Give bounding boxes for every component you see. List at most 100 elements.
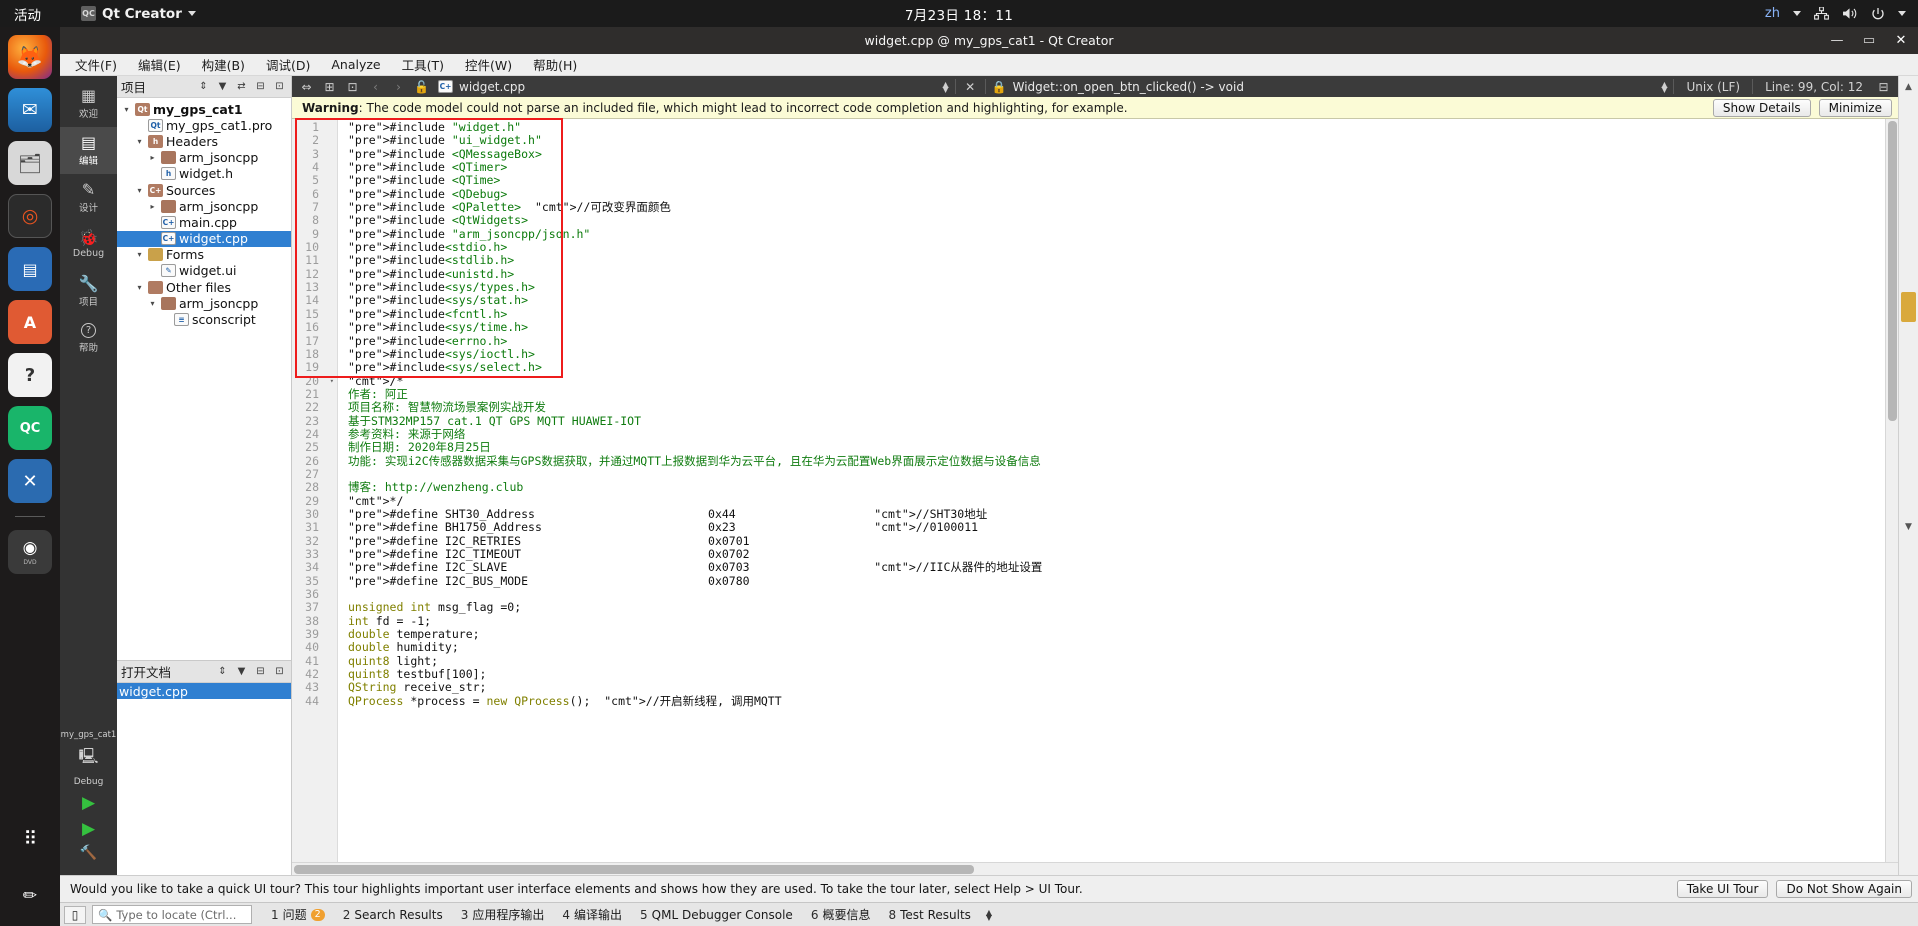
hscrollbar-thumb[interactable]: [294, 865, 974, 874]
output-pane-qml-debugger-console[interactable]: 5 QML Debugger Console: [631, 903, 802, 926]
code-line[interactable]: "pre">#define I2C_BUS_MODE 0x0780: [348, 574, 1885, 588]
code-line[interactable]: double humidity;: [348, 641, 1885, 655]
link-icon[interactable]: ⇄: [234, 79, 249, 94]
code-line[interactable]: "pre">#include <QDebug>: [348, 187, 1885, 201]
maximize-button[interactable]: ▭: [1860, 32, 1878, 50]
opendocs-filter-icon[interactable]: ▼: [234, 664, 249, 679]
minimize-warning-button[interactable]: Minimize: [1818, 98, 1892, 117]
editor-vertical-scrollbar[interactable]: [1885, 119, 1898, 862]
dock-item-files[interactable]: 🗂: [8, 141, 52, 185]
tree-item-arm-jsoncpp[interactable]: ▸ arm_jsoncpp: [117, 150, 291, 166]
chevron-down-icon[interactable]: ▾: [134, 137, 145, 146]
code-line[interactable]: [348, 588, 1885, 601]
filter-icon[interactable]: ▼: [215, 79, 230, 94]
code-line[interactable]: 参考资料: 来源于网络: [348, 427, 1885, 441]
fold-chevron-down-icon[interactable]: ▾: [330, 375, 334, 388]
code-editor[interactable]: 1 2 3 4 5 6 7 8 9 10 11 12 13 14 15 16 17 18 19 20 ▾ 21 22 23 24…: [292, 118, 1898, 862]
code-line[interactable]: quint8 light;: [348, 654, 1885, 668]
language-chevron-down-icon[interactable]: [1793, 11, 1801, 16]
code-line[interactable]: "pre">#include <QMessageBox>: [348, 147, 1885, 161]
output-pane-search-results[interactable]: 2 Search Results: [334, 903, 452, 926]
toolbar-options-icon[interactable]: ⊟: [1875, 78, 1892, 95]
code-line[interactable]: "pre">#include<sys/time.h>: [348, 320, 1885, 334]
code-line[interactable]: "pre">#include <QtWidgets>: [348, 214, 1885, 228]
file-combo-spinner[interactable]: ▲ ▼: [943, 80, 949, 93]
build-button[interactable]: 🔨: [80, 845, 97, 861]
toggle-sidebar-button[interactable]: ▯: [64, 905, 86, 924]
menu-build[interactable]: 构建(B): [202, 55, 245, 74]
code-line[interactable]: "cmt">/*: [348, 374, 1885, 388]
tree-item-forms[interactable]: ▾ Forms: [117, 247, 291, 263]
keyboard-language-label[interactable]: zh: [1765, 6, 1780, 21]
output-pane--[interactable]: 6 概要信息: [802, 903, 880, 926]
open-documents-list[interactable]: widget.cpp: [117, 683, 291, 875]
output-pane--[interactable]: 3 应用程序输出: [452, 903, 554, 926]
editor-symbol-label[interactable]: Widget::on_open_btn_clicked() -> void: [1013, 80, 1244, 94]
chevron-down-icon[interactable]: ▾: [134, 250, 145, 259]
tree-item-widget-h[interactable]: h widget.h: [117, 166, 291, 182]
do-not-show-again-button[interactable]: Do Not Show Again: [1776, 880, 1912, 898]
output-pane-test-results[interactable]: 8 Test Results: [879, 903, 979, 926]
chevron-down-icon[interactable]: ▾: [134, 283, 145, 292]
code-line[interactable]: "pre">#include "widget.h": [348, 120, 1885, 134]
tree-item-main-cpp[interactable]: C+ main.cpp: [117, 214, 291, 230]
system-clock[interactable]: 7月23日 18：11: [0, 4, 1918, 24]
dock-item-show-applications[interactable]: ⠿: [8, 817, 52, 861]
dock-item-qt-creator[interactable]: QC: [8, 406, 52, 450]
menu-edit[interactable]: 编辑(E): [138, 55, 181, 74]
menu-analyze[interactable]: Analyze: [331, 57, 380, 72]
code-line[interactable]: 作者: 阿正: [348, 387, 1885, 401]
code-line[interactable]: "pre">#include<stdio.h>: [348, 240, 1885, 254]
code-line[interactable]: "pre">#include<stdlib.h>: [348, 254, 1885, 268]
chevron-down-icon[interactable]: ▾: [121, 105, 132, 114]
dock-item-libreoffice-writer[interactable]: ▤: [8, 247, 52, 291]
tree-item-headers[interactable]: ▾ h Headers: [117, 133, 291, 149]
code-line[interactable]: "pre">#define I2C_RETRIES 0x0701: [348, 534, 1885, 548]
code-line[interactable]: "pre">#include<errno.h>: [348, 334, 1885, 348]
menu-debug[interactable]: 调试(D): [266, 55, 310, 74]
code-line[interactable]: "cmt">*/: [348, 494, 1885, 508]
dock-item-dvd-drive[interactable]: ◉ DVD: [8, 530, 52, 574]
open-document-item[interactable]: widget.cpp: [117, 683, 291, 699]
mode-projects[interactable]: 🔧 项目: [60, 268, 117, 315]
dock-item-thunderbird[interactable]: ✉: [8, 88, 52, 132]
code-line[interactable]: "pre">#include<sys/types.h>: [348, 280, 1885, 294]
code-line[interactable]: 项目名称: 智慧物流场景案例实战开发: [348, 401, 1885, 414]
code-line[interactable]: "pre">#define I2C_TIMEOUT 0x0702: [348, 547, 1885, 561]
code-line[interactable]: int fd = -1;: [348, 614, 1885, 628]
mode-welcome[interactable]: ▦ 欢迎: [60, 80, 117, 127]
computer-icon[interactable]: 🖳: [78, 746, 98, 771]
dock-item-help[interactable]: ?: [8, 353, 52, 397]
code-line[interactable]: "pre">#define I2C_SLAVE 0x0703 "cmt">//I…: [348, 560, 1885, 574]
tree-item-arm-jsoncpp[interactable]: ▸ arm_jsoncpp: [117, 198, 291, 214]
right-panel-button[interactable]: [1901, 292, 1916, 322]
tree-item-my-gps-cat1-pro[interactable]: Qt my_gps_cat1.pro: [117, 117, 291, 133]
code-line[interactable]: "pre">#define BH1750_Address 0x23 "cmt">…: [348, 520, 1885, 534]
lock-icon[interactable]: 🔓: [413, 78, 430, 95]
code-line[interactable]: unsigned int msg_flag =0;: [348, 601, 1885, 615]
chevron-right-icon[interactable]: ▸: [147, 202, 158, 211]
output-pane-updown-icon[interactable]: ▲ ▼: [986, 908, 992, 921]
scroll-up-icon[interactable]: ▲: [1905, 82, 1912, 92]
code-line[interactable]: "pre">#define SHT30_Address 0x44 "cmt">/…: [348, 507, 1885, 521]
network-icon[interactable]: [1814, 7, 1829, 20]
tree-item-widget-cpp[interactable]: C+ widget.cpp: [117, 230, 291, 247]
close-icon[interactable]: ✕: [962, 78, 979, 95]
split-icon[interactable]: ⊟: [253, 79, 268, 94]
code-line[interactable]: "pre">#include<sys/ioctl.h>: [348, 347, 1885, 361]
code-line[interactable]: "pre">#include<unistd.h>: [348, 267, 1885, 281]
chevron-right-icon[interactable]: ▸: [147, 153, 158, 162]
dock-item-pencil[interactable]: ✏: [8, 874, 52, 918]
scroll-down-icon[interactable]: ▼: [1905, 522, 1912, 532]
tree-item-other-files[interactable]: ▾ Other files: [117, 279, 291, 295]
code-line[interactable]: "pre">#include "ui_widget.h": [348, 133, 1885, 147]
code-line[interactable]: "pre">#include<sys/stat.h>: [348, 294, 1885, 308]
code-line[interactable]: "pre">#include <QPalette> "cmt">//可改变界面颜…: [348, 200, 1885, 214]
power-icon[interactable]: [1871, 7, 1885, 21]
chevron-down-icon[interactable]: ▾: [147, 299, 158, 308]
forward-arrow-icon[interactable]: ›: [390, 78, 407, 95]
dock-item-vscode[interactable]: ✕: [8, 459, 52, 503]
line-ending-label[interactable]: Unix (LF): [1680, 80, 1746, 94]
code-line[interactable]: double temperature;: [348, 627, 1885, 641]
minimize-button[interactable]: —: [1828, 32, 1846, 50]
